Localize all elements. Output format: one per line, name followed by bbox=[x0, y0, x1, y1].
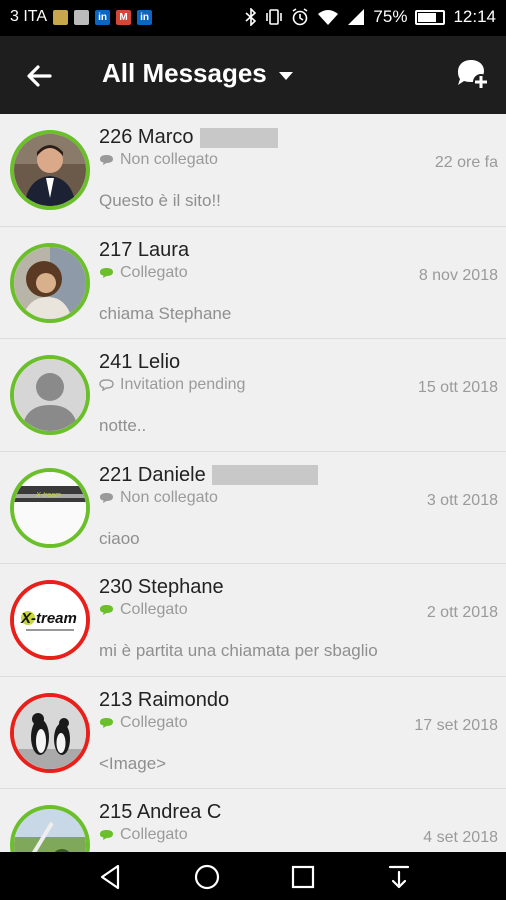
new-chat-icon[interactable] bbox=[454, 56, 490, 92]
redacted-surname bbox=[199, 127, 278, 148]
presence-status: Invitation pending bbox=[99, 376, 245, 394]
status-bubble-icon bbox=[100, 492, 113, 503]
last-message-date: 17 set 2018 bbox=[414, 716, 498, 734]
mail-icon: M bbox=[116, 9, 132, 25]
dropdown-caret-icon bbox=[278, 71, 293, 80]
clock: 12:14 bbox=[453, 7, 496, 26]
conversation-row-lelio[interactable]: 241 Lelio Invitation pending 15 ott 2018… bbox=[0, 339, 506, 452]
last-message-date: 15 ott 2018 bbox=[417, 379, 498, 396]
avatar bbox=[10, 692, 90, 773]
title-dropdown[interactable]: All Messages bbox=[102, 58, 293, 89]
last-message-date: 8 nov 2018 bbox=[418, 266, 498, 284]
battery-icon bbox=[415, 9, 446, 25]
last-message-preview: chiama Stephane bbox=[99, 303, 232, 323]
contact-name: 230 Stephane bbox=[99, 576, 224, 598]
status-bubble-icon bbox=[100, 155, 113, 165]
default-person-avatar bbox=[14, 359, 86, 431]
svg-text:X-tream: X-tream bbox=[35, 492, 61, 499]
battery-level bbox=[418, 12, 437, 22]
bluetooth-icon bbox=[245, 8, 257, 26]
sim-icon bbox=[53, 9, 69, 25]
contact-name: 217 Laura bbox=[99, 238, 190, 261]
penguins-photo bbox=[14, 696, 86, 769]
conversation-row-marco[interactable]: 226 Marco Non collegato 22 ore fa Questo… bbox=[0, 114, 506, 227]
alarm-icon bbox=[292, 8, 308, 26]
notification-area: 3 ITA in M in bbox=[10, 8, 153, 26]
home-circle-icon[interactable] bbox=[192, 862, 222, 892]
avatar bbox=[10, 805, 90, 852]
contact-name: 241 Lelio bbox=[99, 351, 181, 373]
conversation-row-daniele[interactable]: X-tream 221 Daniele Non collegato 3 ott … bbox=[0, 452, 506, 564]
laura-photo bbox=[14, 246, 86, 319]
last-message-date: 3 ott 2018 bbox=[426, 491, 498, 509]
recents-square-icon[interactable] bbox=[288, 862, 318, 892]
marco-photo bbox=[14, 134, 86, 206]
daniele-photo: X-tream bbox=[14, 471, 86, 544]
avatar bbox=[10, 355, 90, 435]
conversation-row-andrea[interactable]: 215 Andrea C Collegato 4 set 2018 bbox=[0, 789, 506, 852]
contact-name: 215 Andrea C bbox=[99, 801, 222, 823]
conversation-row-laura[interactable]: 217 Laura Collegato 8 nov 2018 chiama St… bbox=[0, 227, 506, 339]
presence-status: Non collegato bbox=[99, 151, 218, 169]
status-bubble-icon bbox=[100, 717, 113, 728]
svg-text:X-tream: X-tream bbox=[20, 610, 77, 627]
battery-percent: 75% bbox=[373, 7, 408, 26]
presence-status: Collegato bbox=[99, 714, 188, 732]
avatar: X-tream bbox=[10, 580, 90, 660]
status-bubble-outline-icon bbox=[99, 379, 114, 391]
last-message-date: 4 set 2018 bbox=[423, 829, 498, 846]
back-triangle-icon[interactable] bbox=[96, 862, 126, 892]
avatar: X-tream bbox=[10, 467, 90, 548]
system-nav-bar bbox=[0, 852, 506, 900]
avatar bbox=[10, 242, 90, 323]
linkedin-icon: in bbox=[137, 9, 153, 25]
status-bar: 3 ITA in M in 75% 12:14 bbox=[0, 0, 506, 36]
avatar bbox=[10, 130, 90, 210]
carrier-label: 3 ITA bbox=[10, 8, 48, 25]
wifi-icon bbox=[318, 10, 339, 25]
system-icons: 75% 12:14 bbox=[245, 7, 496, 27]
presence-status: Collegato bbox=[99, 826, 188, 844]
app-bar: All Messages bbox=[0, 36, 506, 114]
redacted-surname bbox=[211, 465, 318, 485]
last-message-preview: mi è partita una chiamata per sbaglio bbox=[99, 641, 378, 660]
status-bubble-icon bbox=[100, 267, 113, 278]
linkedin-icon: in bbox=[95, 9, 111, 25]
page-title: All Messages bbox=[102, 58, 267, 88]
status-bubble-icon bbox=[100, 605, 113, 615]
last-message-date: 2 ott 2018 bbox=[426, 604, 498, 621]
notification-icon bbox=[74, 9, 90, 25]
last-message-preview: notte.. bbox=[99, 416, 147, 435]
contact-name: 213 Raimondo bbox=[99, 688, 230, 711]
last-message-preview: Questo è il sito!! bbox=[99, 191, 221, 210]
last-message-preview: <Image> bbox=[99, 753, 167, 773]
contact-name: 221 Daniele bbox=[99, 464, 318, 487]
presence-status: Collegato bbox=[99, 264, 188, 282]
contact-name: 226 Marco bbox=[99, 126, 278, 149]
conversation-row-raimondo[interactable]: 213 Raimondo Collegato 17 set 2018 <Imag… bbox=[0, 677, 506, 789]
golf-photo bbox=[14, 809, 86, 852]
presence-status: Non collegato bbox=[99, 489, 218, 507]
signal-icon bbox=[348, 9, 365, 25]
presence-status: Collegato bbox=[99, 601, 188, 619]
vibrate-icon bbox=[266, 9, 283, 25]
conversation-row-stephane[interactable]: X-tream 230 Stephane Collegato 2 ott 201… bbox=[0, 564, 506, 677]
back-arrow-icon[interactable] bbox=[20, 56, 60, 96]
last-message-preview: ciaoo bbox=[99, 528, 140, 548]
status-bubble-icon bbox=[100, 830, 113, 840]
last-message-date: 22 ore fa bbox=[434, 154, 498, 171]
notification-shade-icon[interactable] bbox=[384, 862, 414, 892]
conversation-list[interactable]: 226 Marco Non collegato 22 ore fa Questo… bbox=[0, 114, 506, 852]
xtream-logo: X-tream bbox=[14, 584, 86, 656]
